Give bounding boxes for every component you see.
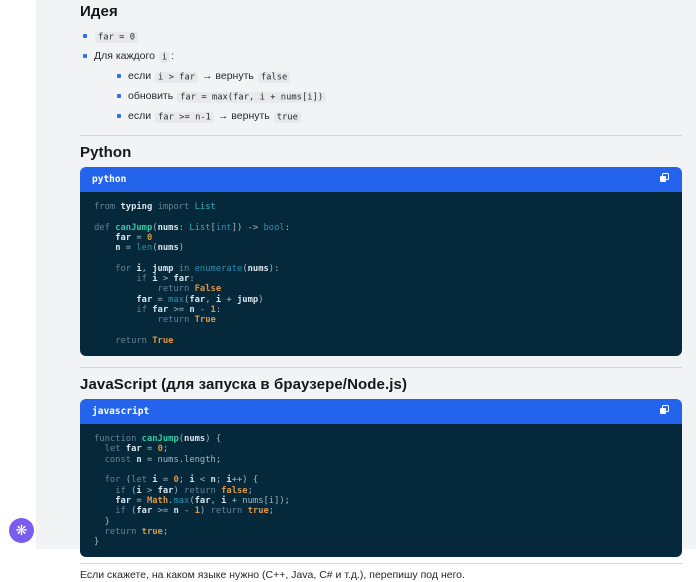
section-divider xyxy=(80,563,682,564)
message-content: Идея far = 0 Для каждого i: если i > far… xyxy=(80,0,682,582)
section-divider xyxy=(80,135,682,136)
python-heading: Python xyxy=(80,144,682,161)
copy-code-button[interactable] xyxy=(659,404,670,419)
bullet-square-icon xyxy=(83,34,87,38)
copy-icon xyxy=(659,172,670,187)
code-language-label: javascript xyxy=(92,406,149,417)
code-block-header: python xyxy=(80,167,682,192)
python-code: from typing import List def canJump(nums… xyxy=(80,192,682,356)
bullet-square-icon xyxy=(83,54,87,58)
closing-note: Если скажете, на каком языке нужно (C++,… xyxy=(80,569,682,582)
list-item-text: если i > far → вернуть false xyxy=(128,70,291,82)
bullet-square-icon xyxy=(117,94,121,98)
list-item: far = 0 xyxy=(80,30,682,43)
javascript-code-block: javascript function canJump(nums) { let … xyxy=(80,399,682,557)
idea-list: far = 0 Для каждого i: если i > far → ве… xyxy=(80,30,682,123)
message-panel: Идея far = 0 Для каждого i: если i > far… xyxy=(36,0,696,549)
list-item: если i > far → вернуть false xyxy=(114,70,682,83)
list-item-text: обновить far = max(far, i + nums[i]) xyxy=(128,90,327,102)
section-divider xyxy=(80,367,682,368)
code-language-label: python xyxy=(92,174,126,185)
list-item: если far >= n-1 → вернуть true xyxy=(114,110,682,123)
copy-icon xyxy=(659,404,670,419)
bullet-square-icon xyxy=(117,114,121,118)
list-item: обновить far = max(far, i + nums[i]) xyxy=(114,90,682,103)
list-item: Для каждого i: если i > far → вернуть fa… xyxy=(80,50,682,123)
javascript-code: function canJump(nums) { let far = 0; co… xyxy=(80,424,682,557)
list-item-text: Для каждого i: xyxy=(94,50,174,62)
list-item-text: если far >= n-1 → вернуть true xyxy=(128,110,302,122)
assistant-avatar: ❋ xyxy=(9,518,34,543)
python-code-block: python from typing import List def canJu… xyxy=(80,167,682,356)
idea-heading: Идея xyxy=(80,0,682,20)
idea-sub-list: если i > far → вернуть false обновить fa… xyxy=(114,70,682,123)
javascript-heading: JavaScript (для запуска в браузере/Node.… xyxy=(80,376,682,393)
bullet-square-icon xyxy=(117,74,121,78)
copy-code-button[interactable] xyxy=(659,172,670,187)
assistant-logo-icon: ❋ xyxy=(16,524,28,538)
list-item-text: far = 0 xyxy=(94,30,139,42)
code-block-header: javascript xyxy=(80,399,682,424)
